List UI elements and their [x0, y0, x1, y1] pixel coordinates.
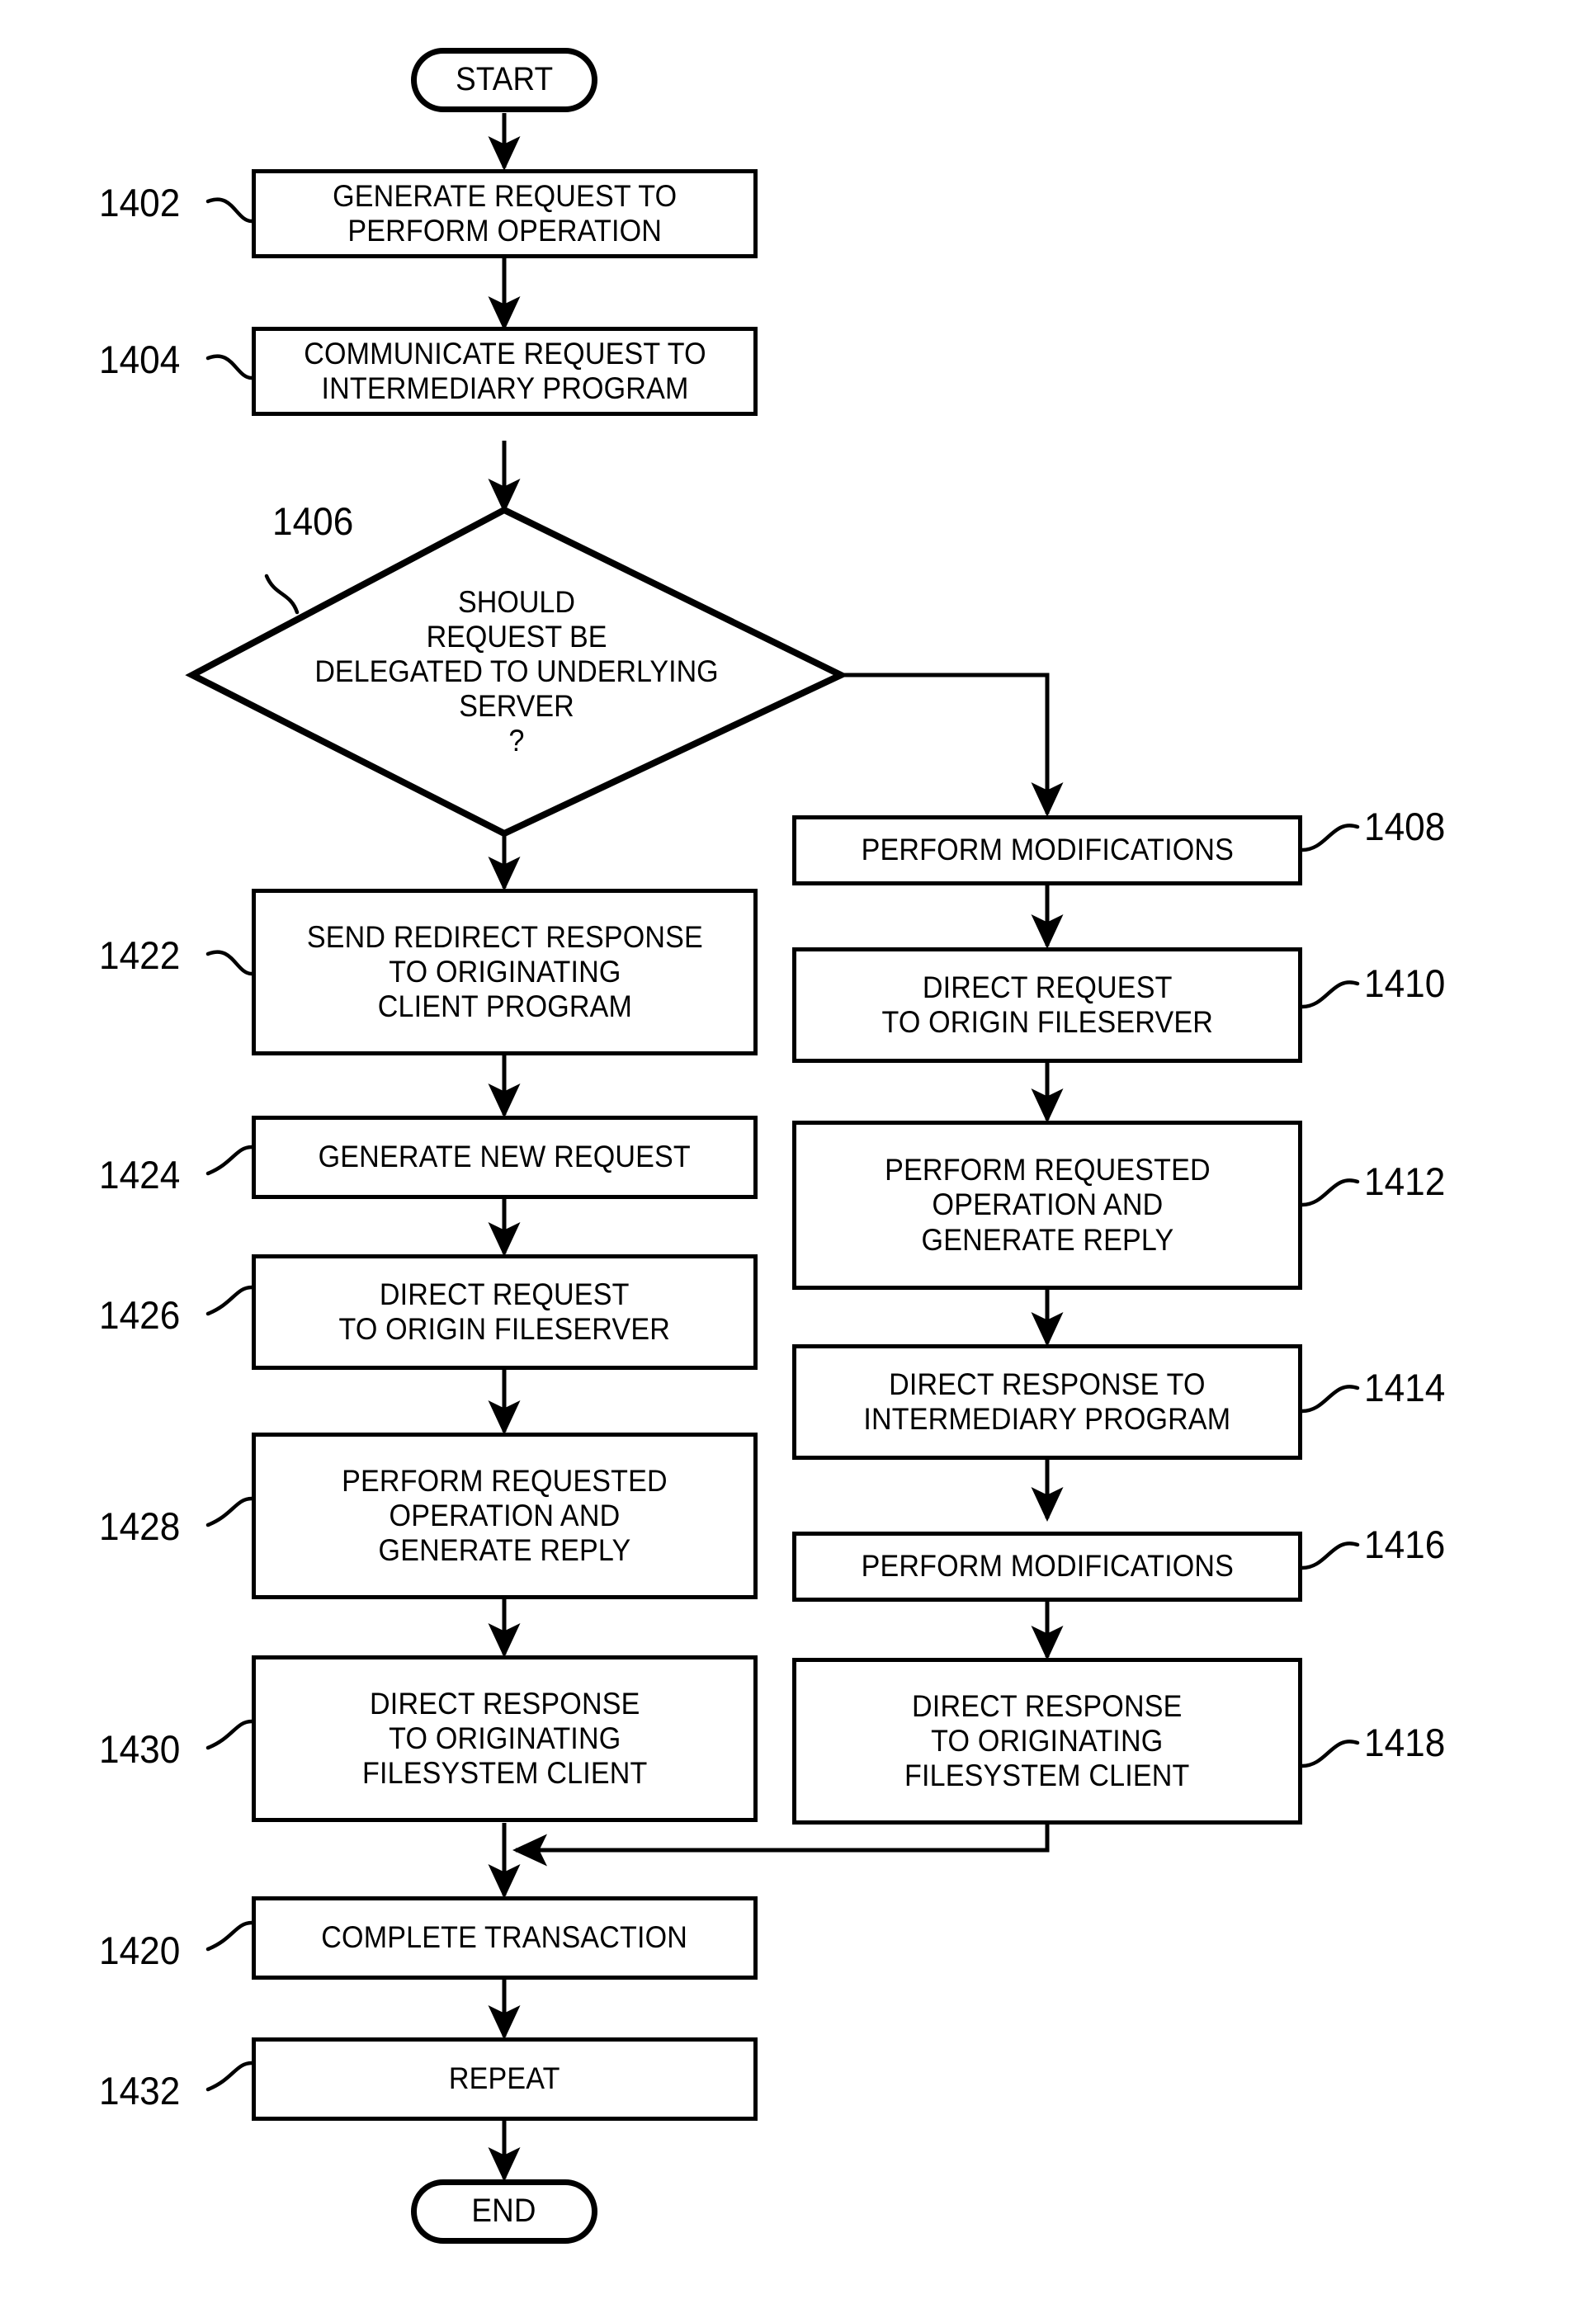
step-1410-label: DIRECT REQUEST TO ORIGIN FILESERVER	[881, 970, 1213, 1039]
step-1422-label: SEND REDIRECT RESPONSE TO ORIGINATING CL…	[306, 919, 703, 1024]
step-1408-box: PERFORM MODIFICATIONS	[792, 815, 1302, 885]
leader-1402	[205, 197, 254, 224]
ref-1414: 1414	[1364, 1366, 1446, 1409]
step-1412-label: PERFORM REQUESTED OPERATION AND GENERATE…	[884, 1153, 1211, 1257]
ref-1428: 1428	[99, 1504, 181, 1548]
figure-sheet: START GENERATE REQUEST TO PERFORM OPERAT…	[0, 0, 1596, 2318]
step-1404-label: COMMUNICATE REQUEST TO INTERMEDIARY PROG…	[303, 336, 706, 405]
ref-1416: 1416	[1364, 1523, 1446, 1566]
ref-1402: 1402	[99, 181, 181, 224]
leader-1412	[1300, 1178, 1360, 1207]
end-label: END	[471, 2193, 537, 2230]
leader-1426	[205, 1285, 254, 1316]
leader-1404	[205, 354, 254, 380]
leader-1410	[1300, 980, 1360, 1009]
step-1418-label: DIRECT RESPONSE TO ORIGINATING FILESYSTE…	[904, 1688, 1190, 1793]
step-1420-label: COMPLETE TRANSACTION	[321, 1920, 688, 1955]
step-1410-box: DIRECT REQUEST TO ORIGIN FILESERVER	[792, 947, 1302, 1063]
ref-1418: 1418	[1364, 1721, 1446, 1764]
ref-1408: 1408	[1364, 805, 1446, 848]
step-1402-box: GENERATE REQUEST TO PERFORM OPERATION	[252, 169, 758, 258]
ref-1422: 1422	[99, 933, 181, 977]
ref-1420: 1420	[99, 1929, 181, 1972]
leader-1432	[205, 2061, 254, 2092]
edge-1418-merge	[512, 1823, 1050, 1867]
leader-1422	[205, 950, 254, 976]
step-1408-label: PERFORM MODIFICATIONS	[861, 833, 1234, 867]
step-1414-label: DIRECT RESPONSE TO INTERMEDIARY PROGRAM	[863, 1367, 1231, 1436]
leader-1418	[1300, 1740, 1360, 1768]
decision-1406-label: SHOULD REQUEST BE DELEGATED TO UNDERLYIN…	[314, 584, 719, 758]
leader-1428	[205, 1496, 254, 1527]
step-1432-label: REPEAT	[449, 2061, 560, 2096]
ref-1426: 1426	[99, 1293, 181, 1337]
start-terminator: START	[411, 48, 597, 112]
step-1404-box: COMMUNICATE REQUEST TO INTERMEDIARY PROG…	[252, 327, 758, 416]
start-label: START	[455, 61, 554, 98]
leader-1416	[1300, 1541, 1360, 1570]
leader-1430	[205, 1719, 254, 1750]
step-1428-label: PERFORM REQUESTED OPERATION AND GENERATE…	[342, 1463, 668, 1568]
step-1424-box: GENERATE NEW REQUEST	[252, 1116, 758, 1199]
step-1430-label: DIRECT RESPONSE TO ORIGINATING FILESYSTE…	[361, 1686, 648, 1791]
decision-1406: SHOULD REQUEST BE DELEGATED TO UNDERLYIN…	[192, 510, 841, 833]
step-1418-box: DIRECT RESPONSE TO ORIGINATING FILESYSTE…	[792, 1658, 1302, 1825]
ref-1424: 1424	[99, 1153, 181, 1197]
step-1414-box: DIRECT RESPONSE TO INTERMEDIARY PROGRAM	[792, 1344, 1302, 1460]
leader-1424	[205, 1145, 254, 1176]
ref-1404: 1404	[99, 338, 181, 381]
leader-1408	[1300, 824, 1360, 852]
step-1430-box: DIRECT RESPONSE TO ORIGINATING FILESYSTE…	[252, 1655, 758, 1822]
edge-1406-1408	[841, 673, 1064, 818]
step-1416-label: PERFORM MODIFICATIONS	[861, 1549, 1234, 1584]
ref-1430: 1430	[99, 1727, 181, 1771]
step-1424-label: GENERATE NEW REQUEST	[318, 1140, 692, 1174]
step-1426-box: DIRECT REQUEST TO ORIGIN FILESERVER	[252, 1254, 758, 1370]
step-1428-box: PERFORM REQUESTED OPERATION AND GENERATE…	[252, 1433, 758, 1599]
ref-1432: 1432	[99, 2069, 181, 2113]
step-1402-label: GENERATE REQUEST TO PERFORM OPERATION	[332, 178, 678, 248]
step-1426-label: DIRECT REQUEST TO ORIGIN FILESERVER	[338, 1277, 671, 1346]
step-1422-box: SEND REDIRECT RESPONSE TO ORIGINATING CL…	[252, 889, 758, 1055]
step-1420-box: COMPLETE TRANSACTION	[252, 1896, 758, 1980]
step-1416-box: PERFORM MODIFICATIONS	[792, 1532, 1302, 1602]
leader-1420	[205, 1920, 254, 1952]
ref-1406: 1406	[272, 499, 354, 543]
step-1432-box: REPEAT	[252, 2037, 758, 2121]
end-terminator: END	[411, 2179, 597, 2244]
ref-1412: 1412	[1364, 1159, 1446, 1203]
step-1412-box: PERFORM REQUESTED OPERATION AND GENERATE…	[792, 1121, 1302, 1290]
leader-1414	[1300, 1385, 1360, 1414]
ref-1410: 1410	[1364, 961, 1446, 1005]
